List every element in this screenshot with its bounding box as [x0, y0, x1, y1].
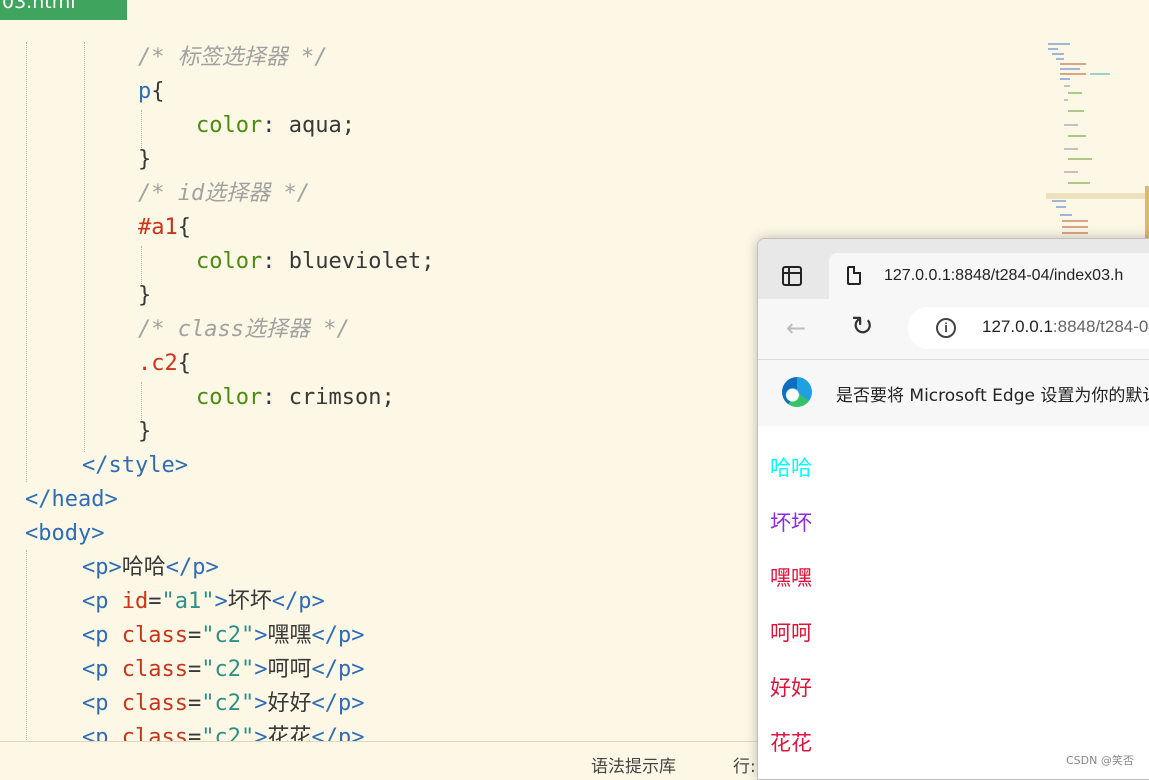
minimap-line	[1068, 110, 1084, 112]
minimap-line	[1060, 214, 1072, 216]
code-line: /* id选择器 */	[138, 181, 310, 206]
watermark: CSDN @笑否	[1066, 754, 1134, 767]
minimap-line	[1048, 48, 1058, 50]
code-line: <p class="c2">好好</p>	[82, 691, 365, 716]
browser-tab-title: 127.0.0.1:8848/t284-04/index03.h	[884, 267, 1124, 284]
minimap-line	[1064, 85, 1070, 87]
minimap-line	[1062, 220, 1088, 222]
address-url[interactable]: 127.0.0.1:8848/t284-04/index03.html	[982, 317, 1149, 337]
info-icon[interactable]: i	[936, 318, 956, 338]
minimap-line	[1090, 73, 1110, 75]
code-line: /* class选择器 */	[138, 317, 350, 342]
code-line: color: crimson;	[196, 385, 395, 410]
syntax-hint-library[interactable]: 语法提示库	[591, 752, 676, 777]
minimap-line	[1068, 92, 1082, 94]
minimap-line	[1068, 182, 1090, 184]
minimap-line	[1060, 73, 1086, 75]
code-line: <p class="c2">呵呵</p>	[82, 657, 365, 682]
minimap-line	[1052, 53, 1064, 55]
paragraph: 好好	[770, 676, 812, 700]
tab-actions-icon[interactable]	[782, 266, 802, 286]
cursor-position[interactable]: 行:	[733, 752, 756, 777]
code-line: <p id="a1">坏坏</p>	[82, 589, 325, 614]
file-tab-label: 03.html	[2, 0, 76, 13]
minimap-line	[1048, 43, 1070, 45]
back-arrow-icon[interactable]: ←	[786, 314, 806, 342]
code-line: color: aqua;	[196, 113, 355, 138]
minimap[interactable]	[1044, 40, 1149, 240]
code-line: </head>	[25, 487, 118, 512]
page-icon	[847, 266, 861, 285]
minimap-line	[1060, 68, 1080, 70]
minimap-line	[1060, 63, 1086, 65]
minimap-line	[1064, 99, 1068, 101]
minimap-line	[1064, 171, 1078, 173]
code-line: <body>	[25, 521, 105, 546]
paragraph: 呵呵	[770, 621, 812, 645]
code-line: #a1{	[138, 215, 191, 240]
paragraph: 花花	[770, 731, 812, 755]
browser-navbar: ← ↻ i 127.0.0.1:8848/t284-04/index03.htm…	[758, 299, 1149, 359]
browser-window: 127.0.0.1:8848/t284-04/index03.h ← ↻ i 1…	[757, 238, 1149, 780]
code-line: </style>	[82, 453, 188, 478]
page-content: 哈哈 坏坏 嘿嘿 呵呵 好好 花花	[758, 426, 1149, 779]
paragraph: 哈哈	[770, 456, 812, 480]
refresh-icon[interactable]: ↻	[851, 311, 874, 342]
indent-guide	[84, 42, 85, 452]
code-line: p{	[138, 79, 165, 104]
code-line: }	[138, 419, 152, 444]
code-line: }	[138, 283, 152, 308]
browser-tab[interactable]: 127.0.0.1:8848/t284-04/index03.h	[829, 253, 1149, 299]
minimap-line	[1064, 148, 1078, 150]
code-line: <p class="c2">嘿嘿</p>	[82, 623, 365, 648]
minimap-line	[1056, 58, 1064, 60]
indent-guide	[26, 42, 27, 482]
minimap-line	[1062, 226, 1088, 228]
default-browser-infobar: 是否要将 Microsoft Edge 设置为你的默认浏览器?	[758, 359, 1149, 427]
infobar-message: 是否要将 Microsoft Edge 设置为你的默认浏览器?	[836, 386, 1149, 406]
edge-logo-icon	[782, 377, 812, 407]
minimap-line	[1052, 200, 1066, 202]
paragraph: 坏坏	[770, 511, 812, 535]
address-bar[interactable]: i 127.0.0.1:8848/t284-04/index03.html	[908, 307, 1149, 349]
code-line: color: blueviolet;	[196, 249, 435, 274]
code-line: <p class="c2">花花</p>	[82, 725, 365, 741]
code-line: /* 标签选择器 */	[138, 45, 328, 70]
minimap-line	[1064, 124, 1078, 126]
minimap-line	[1068, 158, 1092, 160]
code-line: .c2{	[138, 351, 191, 376]
minimap-line	[1060, 78, 1070, 80]
code-line: }	[138, 147, 152, 172]
minimap-line	[1056, 206, 1066, 208]
paragraph: 嘿嘿	[770, 566, 812, 590]
indent-guide	[26, 550, 27, 740]
minimap-line	[1068, 135, 1086, 137]
minimap-line	[1062, 232, 1088, 234]
browser-titlebar: 127.0.0.1:8848/t284-04/index03.h	[758, 239, 1149, 299]
code-line: <p>哈哈</p>	[82, 555, 219, 580]
file-tab[interactable]: 03.html	[0, 0, 127, 20]
